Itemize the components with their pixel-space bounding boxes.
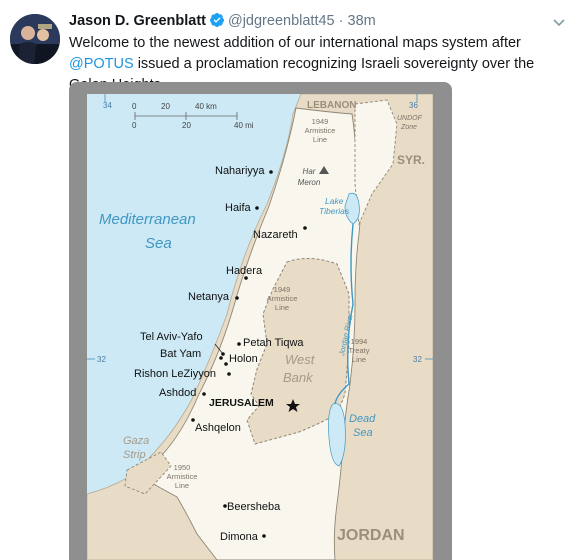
tweet-timestamp[interactable]: 38m (348, 13, 376, 29)
city-dot (255, 206, 259, 210)
scale-mi-20: 20 (182, 121, 191, 130)
city-label-netanya: Netanya (188, 291, 230, 303)
city-dot (269, 170, 273, 174)
author-handle[interactable]: @jdgreenblatt45 (228, 13, 335, 29)
verified-badge-icon (209, 13, 224, 27)
jordan-label: JORDAN (337, 527, 405, 544)
city-label-tel-aviv: Tel Aviv-Yafo (140, 331, 203, 343)
city-label-jerusalem: JERUSALEM (209, 397, 274, 409)
city-dot (237, 342, 241, 346)
city-dot (303, 226, 307, 230)
mediterranean-label: Mediterranean (99, 211, 196, 228)
chevron-down-icon[interactable] (551, 14, 567, 30)
syria-label: SYR. (397, 153, 425, 167)
sea-label: Sea (145, 235, 172, 252)
city-dot (224, 362, 228, 366)
author-avatar[interactable] (10, 14, 60, 64)
city-label-ashdod: Ashdod (159, 387, 196, 399)
city-dot (219, 356, 223, 360)
lon-label-34: 34 (103, 101, 112, 110)
gaza-label: Gaza (123, 435, 149, 447)
lat-label-right: 32 (413, 355, 422, 364)
armistice-1950-line: Line (175, 481, 189, 490)
armistice-1949-west-year: 1949 (274, 285, 291, 294)
city-dot (235, 296, 239, 300)
treaty-1994-line: Line (352, 355, 366, 364)
west-bank-label-2: Bank (283, 370, 314, 385)
tweet-image-card[interactable]: 34 36 32 32 0 20 40 km 0 20 40 mi LEBANO… (69, 82, 452, 560)
armistice-1949-west-word: Armistice (267, 294, 298, 303)
mention-link[interactable]: @POTUS (69, 56, 134, 72)
peak-label-meron: Meron (298, 178, 321, 187)
lake-name-label: Tiberias (319, 206, 350, 216)
city-dot (202, 392, 206, 396)
scale-km-20: 20 (161, 102, 170, 111)
city-label-hadera: Hadera (226, 265, 263, 277)
gaza-strip-label: Strip (123, 449, 146, 461)
city-label-petah-tiqwa: Petah Tiqwa (243, 337, 304, 349)
undof-label: UNDOF (397, 115, 423, 122)
peak-label-har: Har (303, 167, 316, 176)
lat-label-left: 32 (97, 355, 106, 364)
armistice-1949-west-line: Line (275, 303, 289, 312)
treaty-1994-year: 1994 (351, 337, 368, 346)
dead-sea-label: Dead (349, 413, 376, 425)
scale-mi-40: 40 mi (234, 121, 254, 130)
city-label-nahariyya: Nahariyya (215, 165, 265, 177)
separator-dot: · (338, 13, 344, 29)
scale-km-40: 40 km (195, 102, 217, 111)
city-dot (262, 534, 266, 538)
city-label-bat-yam: Bat Yam (160, 348, 201, 360)
west-bank-label: West (285, 352, 316, 367)
lebanon-label: LEBANON (307, 100, 356, 111)
armistice-1950-year: 1950 (174, 463, 191, 472)
armistice-1949-north-line: Line (313, 135, 327, 144)
city-label-dimona: Dimona (220, 531, 259, 543)
author-name[interactable]: Jason D. Greenblatt (69, 13, 206, 29)
city-label-rishon: Rishon LeZiyyon (134, 368, 216, 380)
treaty-1994-word: Treaty (349, 346, 370, 355)
city-dot (227, 372, 231, 376)
city-label-beersheba: Beersheba (227, 501, 281, 513)
city-label-nazareth: Nazareth (253, 229, 298, 241)
armistice-1950-word: Armistice (167, 472, 198, 481)
city-label-holon: Holon (229, 353, 258, 365)
dead-sea-label-2: Sea (353, 427, 373, 439)
tweet-text-part: Welcome to the newest addition of our in… (69, 35, 521, 51)
map-image: 34 36 32 32 0 20 40 km 0 20 40 mi LEBANO… (87, 94, 433, 560)
undof-zone-label: Zone (400, 124, 417, 131)
scale-km-0: 0 (132, 102, 137, 111)
lake-label: Lake (325, 196, 344, 206)
city-label-ashqelon: Ashqelon (195, 422, 241, 434)
scale-mi-0: 0 (132, 121, 137, 130)
city-label-haifa: Haifa (225, 202, 252, 214)
lon-label-36: 36 (409, 101, 418, 110)
armistice-1949-north-year: 1949 (312, 117, 329, 126)
armistice-1949-north-word: Armistice (305, 126, 336, 135)
tweet-header: Jason D. Greenblatt @jdgreenblatt45 · 38m (69, 12, 376, 29)
